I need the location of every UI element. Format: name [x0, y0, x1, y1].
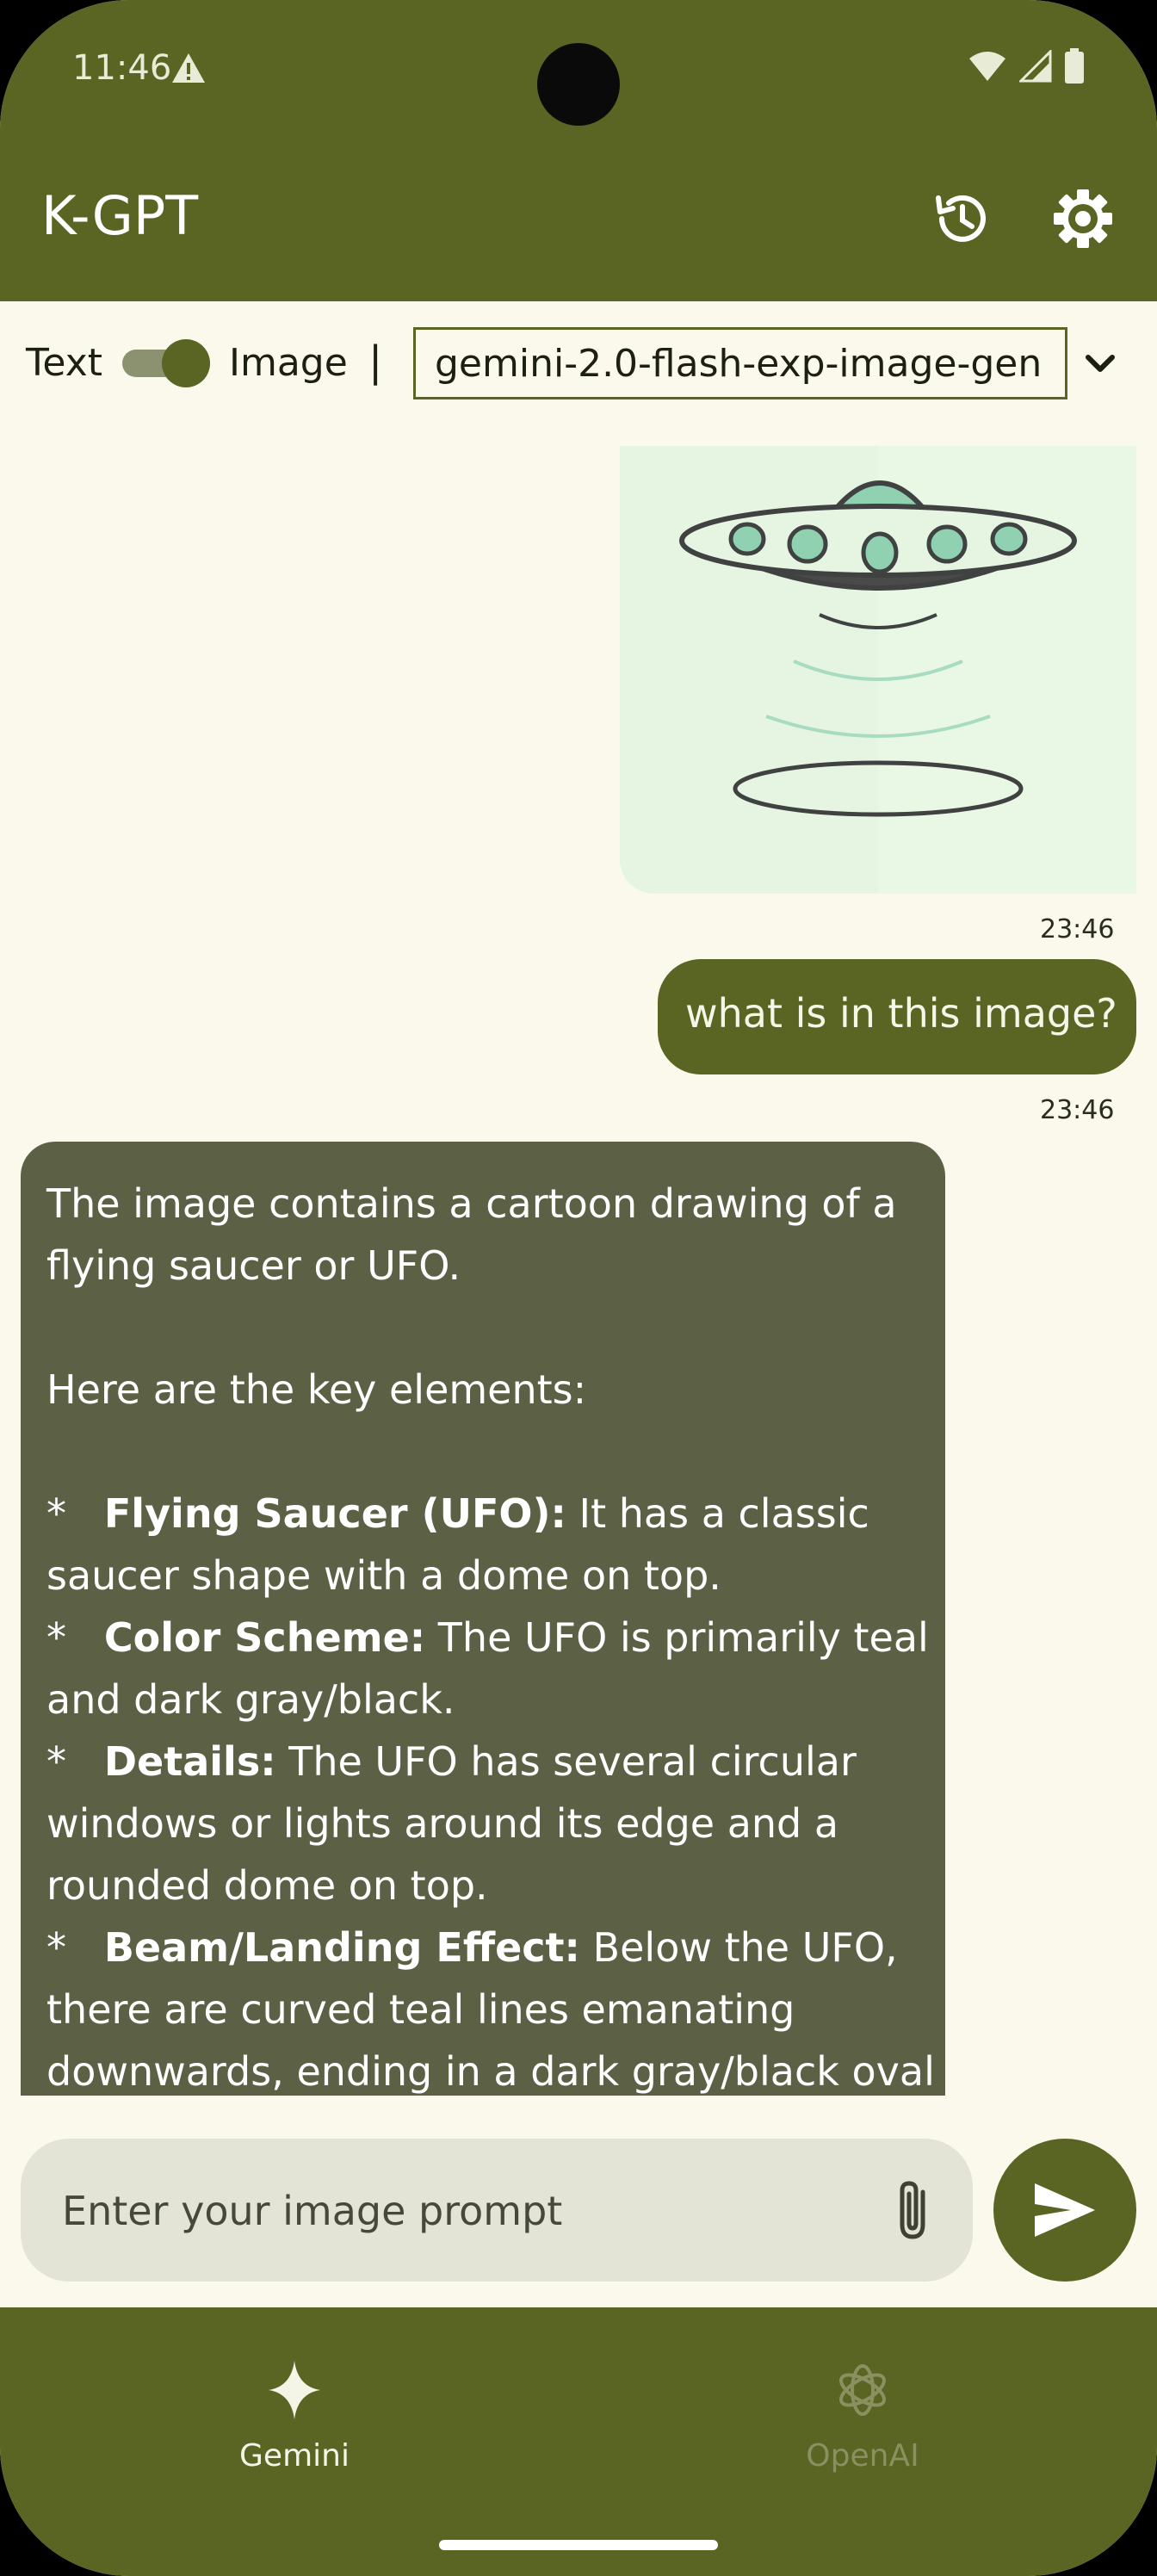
nav-item-gemini[interactable]: Gemini: [165, 2359, 424, 2480]
text-mode-label: Text: [26, 341, 102, 385]
settings-button[interactable]: [1052, 188, 1114, 250]
bullet-continuation: and dark gray/black.: [46, 1676, 455, 1723]
bullet-text: Below the UFO,: [579, 1924, 898, 1971]
assistant-intro-line: The image contains a cartoon drawing of …: [46, 1180, 897, 1227]
ufo-image: [620, 446, 1136, 894]
image-mode-label: Image: [229, 341, 348, 385]
nav-label-openai: OpenAI: [806, 2438, 919, 2474]
paperclip-icon: [900, 2181, 925, 2239]
warning-icon: [170, 52, 207, 89]
prompt-input[interactable]: [62, 2185, 837, 2237]
send-button[interactable]: [993, 2139, 1136, 2282]
text-image-toggle[interactable]: [122, 339, 210, 387]
camera-cutout: [537, 43, 620, 126]
assistant-intro-line: flying saucer or UFO.: [46, 1242, 461, 1289]
status-time: 11:46: [72, 48, 172, 88]
bullet-text: It has a classic: [566, 1490, 869, 1537]
chevron-down-icon: [1086, 355, 1115, 372]
history-icon: [936, 195, 986, 242]
bullet-line: * Beam/Landing Effect: Below the UFO,: [46, 1917, 919, 1978]
bullet-continuation: there are curved teal lines emanating: [46, 1986, 795, 2033]
bullet-title: Beam/Landing Effect:: [103, 1924, 580, 1971]
assistant-message[interactable]: The image contains a cartoon drawing of …: [21, 1142, 945, 2096]
openai-icon: [839, 2364, 886, 2416]
bullet-marker: *: [46, 1738, 66, 1785]
bullet-text: The UFO is primarily teal: [425, 1614, 929, 1661]
nav-label-gemini: Gemini: [239, 2438, 350, 2474]
bullet-line: * Flying Saucer (UFO): It has a classic: [46, 1483, 919, 1545]
app-bar: 11:46 K-GPT: [0, 0, 1157, 301]
assistant-heading: Here are the key elements:: [46, 1366, 587, 1413]
bullet-marker: *: [46, 1924, 66, 1971]
attach-button[interactable]: [887, 2178, 945, 2244]
nav-item-openai[interactable]: OpenAI: [733, 2359, 992, 2480]
wifi-icon: [969, 52, 1005, 81]
mode-selector-row: Text Image | gemini-2.0-flash-exp-image-…: [0, 327, 1157, 399]
model-select[interactable]: gemini-2.0-flash-exp-image-gen: [413, 327, 1067, 399]
bullet-title: Color Scheme:: [103, 1614, 426, 1661]
prompt-input-container: [21, 2139, 973, 2282]
history-button[interactable]: [930, 188, 992, 250]
model-dropdown-button[interactable]: [1080, 343, 1121, 384]
user-message-timestamp: 23:46: [1040, 1095, 1115, 1125]
bullet-title: Flying Saucer (UFO):: [103, 1490, 566, 1537]
separator: |: [368, 337, 383, 386]
gear-icon: [1054, 189, 1112, 248]
home-indicator[interactable]: [439, 2540, 718, 2550]
bullet-line: * Details: The UFO has several circular: [46, 1731, 919, 1793]
bullet-continuation: rounded dome on top.: [46, 1862, 488, 1909]
sparkle-icon: [269, 2361, 320, 2419]
signal-icon: [1019, 50, 1052, 83]
bullet-line: * Color Scheme: The UFO is primarily tea…: [46, 1607, 929, 1669]
image-message-timestamp: 23:46: [1040, 914, 1115, 944]
bullet-continuation: windows or lights around its edge and a: [46, 1800, 839, 1847]
image-message[interactable]: [620, 446, 1136, 894]
app-title: K-GPT: [41, 184, 199, 247]
bullet-title: Details:: [103, 1738, 276, 1785]
status-icons: [968, 48, 1085, 84]
toggle-thumb: [162, 339, 210, 387]
send-icon: [1035, 2183, 1095, 2237]
bullet-continuation: downwards, ending in a dark gray/black o…: [46, 2048, 935, 2095]
bullet-text: The UFO has several circular: [275, 1738, 857, 1785]
bullet-continuation: saucer shape with a dome on top.: [46, 1552, 721, 1599]
bullet-marker: *: [46, 1614, 66, 1661]
bottom-navigation: Gemini OpenAI: [0, 2307, 1157, 2576]
bullet-marker: *: [46, 1490, 66, 1537]
battery-icon: [1065, 48, 1084, 84]
phone-screen: 11:46 K-GPT Text Image | gemini-2.0-flas…: [0, 0, 1157, 2576]
user-message[interactable]: what is in this image?: [658, 959, 1136, 1074]
